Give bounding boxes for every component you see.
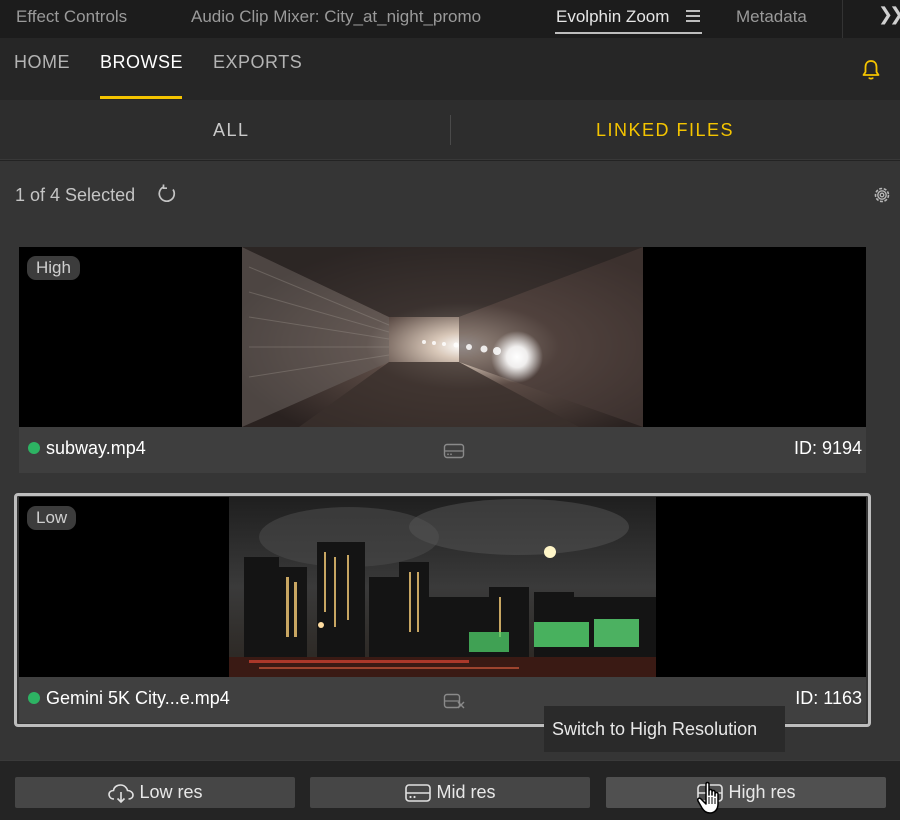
hand-cursor-icon [697,781,719,814]
panel-tab-strip: Effect Controls Audio Clip Mixer: City_a… [0,0,900,38]
gear-icon[interactable] [872,185,892,205]
high-res-label: High res [728,782,796,802]
card-footer: subway.mp4 ID: 9194 [19,427,866,473]
low-res-button[interactable]: Low res [15,777,295,808]
drive-offline-icon [443,693,465,709]
main-nav: HOME BROWSE EXPORTS [0,38,900,100]
resolution-badge: Low [27,506,77,530]
drive-icon [405,783,432,802]
mid-res-button[interactable]: Mid res [310,777,590,808]
panel-menu-icon[interactable] [686,10,700,24]
file-card-subway[interactable]: High subway.mp4 ID: 9194 [19,247,866,473]
status-online-dot [28,692,40,704]
nav-browse[interactable]: BROWSE [100,52,183,73]
drive-icon [443,443,465,459]
file-name: subway.mp4 [46,438,146,458]
tooltip: Switch to High Resolution [544,706,785,752]
file-id: ID: 9194 [793,438,862,458]
mid-res-label: Mid res [436,782,496,802]
video-thumbnail [19,247,866,427]
panel-tab-metadata[interactable]: Metadata [736,0,807,36]
cloud-download-icon [108,783,135,803]
panel-tab-audio-clip-mixer[interactable]: Audio Clip Mixer: City_at_night_promo [191,0,481,36]
status-online-dot [28,442,40,454]
video-thumbnail [19,497,866,677]
low-res-label: Low res [139,782,203,802]
high-res-button[interactable]: High res [606,777,886,808]
nav-exports[interactable]: EXPORTS [213,52,302,73]
tab-divider [450,115,451,145]
resolution-badge: High [27,256,80,280]
nav-home[interactable]: HOME [14,52,70,73]
tab-linked-files[interactable]: LINKED FILES [596,120,734,141]
panel-divider [842,0,843,38]
file-filter-tabs: ALL LINKED FILES [0,100,900,160]
file-name: Gemini 5K City...e.mp4 [46,688,230,708]
panel-tab-effect-controls[interactable]: Effect Controls [16,0,127,36]
panel-tab-evolphin-zoom[interactable]: Evolphin Zoom [556,0,669,36]
file-card-gemini-city[interactable]: Low Gemini 5K City...e.mp4 ID: 1163 [19,497,866,723]
file-id: ID: 1163 [795,688,862,708]
bell-icon[interactable] [859,58,883,82]
active-panel-underline [555,32,702,34]
resolution-toolbar: Low res Mid res High res [0,760,900,820]
nav-active-underline [100,96,182,99]
refresh-icon[interactable] [156,183,178,205]
file-browser: 1 of 4 Selected High subway.mp4 ID: 9194… [0,161,900,760]
overflow-chevron-icon[interactable]: ❯❯ [878,4,900,25]
tab-all[interactable]: ALL [213,120,250,141]
selection-count: 1 of 4 Selected [15,185,136,205]
